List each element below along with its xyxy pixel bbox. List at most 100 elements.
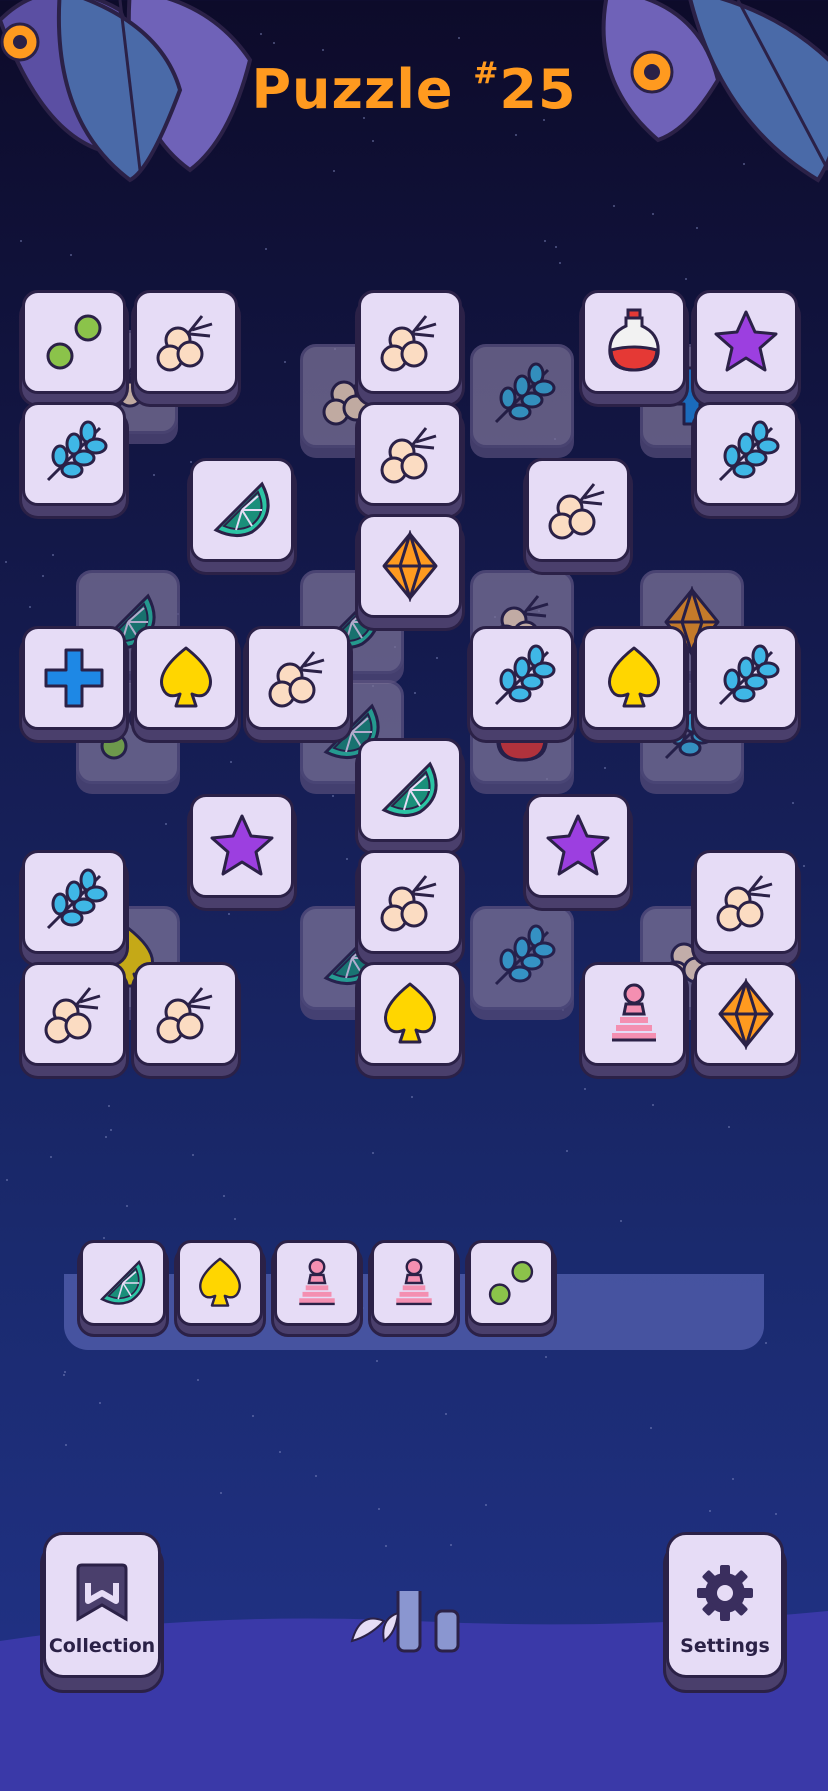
star-dot <box>685 278 687 280</box>
board-tile-berries[interactable] <box>134 962 238 1066</box>
star-dot <box>265 248 267 250</box>
board-tile-berries[interactable] <box>358 290 462 394</box>
board-tile-spade[interactable] <box>358 962 462 1066</box>
star-dot <box>220 1492 222 1494</box>
board-tile-lime[interactable] <box>358 738 462 842</box>
star-dot <box>333 170 335 172</box>
lime-slice-icon <box>94 1254 152 1312</box>
title-number: 25 <box>499 58 577 121</box>
board-tile-spade[interactable] <box>134 626 238 730</box>
board-tile-pawn[interactable] <box>582 962 686 1066</box>
pink-pawn-icon <box>385 1254 443 1312</box>
board-tile-star[interactable] <box>526 794 630 898</box>
star-dot <box>652 1104 654 1106</box>
orange-diamond-icon <box>374 530 446 602</box>
potion-bottle-icon <box>598 306 670 378</box>
pink-pawn-icon <box>598 978 670 1050</box>
board-tile-diamond[interactable] <box>694 962 798 1066</box>
star-dot <box>458 37 460 39</box>
board-tile-berries[interactable] <box>22 962 126 1066</box>
star-dot <box>20 240 22 242</box>
settings-label: Settings <box>680 1635 770 1657</box>
berries-icon <box>38 978 110 1050</box>
berries-icon <box>262 642 334 714</box>
yellow-spade-icon <box>191 1254 249 1312</box>
berries-icon <box>150 306 222 378</box>
two-green-dots-icon <box>38 306 110 378</box>
board-tile-berries[interactable] <box>358 850 462 954</box>
star-dot <box>566 1150 568 1152</box>
star-dot <box>765 1342 767 1344</box>
star-dot <box>70 254 72 256</box>
board-tile-star[interactable] <box>190 794 294 898</box>
star-dot <box>322 49 324 51</box>
board-tile-potion[interactable] <box>582 290 686 394</box>
star-dot <box>792 802 794 804</box>
star-dot <box>192 1154 194 1156</box>
tray-tile-pawn[interactable] <box>274 1240 360 1326</box>
berries-icon <box>710 866 782 938</box>
star-dot <box>279 1451 281 1453</box>
star-dot <box>99 1402 101 1404</box>
purple-star-icon <box>710 306 782 378</box>
board-tile-diamond[interactable] <box>358 514 462 618</box>
board-tile-leaves[interactable] <box>694 626 798 730</box>
collection-button[interactable]: Collection <box>43 1532 161 1678</box>
board-tile-spade[interactable] <box>582 626 686 730</box>
star-dot <box>385 1545 387 1547</box>
star-dot <box>794 950 796 952</box>
star-dot <box>252 1415 254 1417</box>
gear-icon <box>697 1565 753 1621</box>
star-dot <box>234 1218 236 1220</box>
leafy-branch-icon <box>486 360 558 432</box>
star-dot <box>732 1478 734 1480</box>
tray-tile-dots[interactable] <box>468 1240 554 1326</box>
board-tile-leaves[interactable] <box>22 850 126 954</box>
berries-icon <box>542 474 614 546</box>
star-dot <box>728 1126 730 1128</box>
board-tile-berries[interactable] <box>246 626 350 730</box>
star-dot <box>485 1504 487 1506</box>
star-dot <box>50 1156 52 1158</box>
board-tile-leaves[interactable] <box>22 402 126 506</box>
board-tile-lime[interactable] <box>190 458 294 562</box>
board-tile-cross[interactable] <box>22 626 126 730</box>
star-dot <box>604 767 606 769</box>
settings-button[interactable]: Settings <box>666 1532 784 1678</box>
board-tile-berries[interactable] <box>694 850 798 954</box>
lime-slice-icon <box>374 754 446 826</box>
board-tile-star[interactable] <box>694 290 798 394</box>
star-dot <box>223 1195 225 1197</box>
title-word: Puzzle <box>251 58 454 121</box>
lime-slice-icon <box>206 474 278 546</box>
star-dot <box>110 1129 112 1131</box>
star-dot <box>545 1356 547 1358</box>
star-dot <box>775 1513 777 1515</box>
tray-tile-spade[interactable] <box>177 1240 263 1326</box>
leafy-branch-icon <box>710 418 782 490</box>
yellow-spade-icon <box>150 642 222 714</box>
berries-icon <box>150 978 222 1050</box>
purple-star-icon <box>206 810 278 882</box>
star-dot <box>436 657 438 659</box>
board-tile-covered-leaves <box>470 344 574 448</box>
board-tile-leaves[interactable] <box>694 402 798 506</box>
board-tile-leaves[interactable] <box>470 626 574 730</box>
board-tile-dots[interactable] <box>22 290 126 394</box>
tray-tile-lime[interactable] <box>80 1240 166 1326</box>
tray-tile-pawn[interactable] <box>371 1240 457 1326</box>
board-tile-berries[interactable] <box>526 458 630 562</box>
star-dot <box>709 1510 711 1512</box>
star-dot <box>376 1360 378 1362</box>
star-dot <box>414 692 416 694</box>
star-dot <box>153 474 155 476</box>
star-dot <box>197 1379 199 1381</box>
star-dot <box>230 761 232 763</box>
board-tile-berries[interactable] <box>358 402 462 506</box>
leafy-branch-icon <box>38 418 110 490</box>
star-dot <box>462 760 464 762</box>
star-dot <box>346 858 348 860</box>
board-tile-berries[interactable] <box>134 290 238 394</box>
star-dot <box>515 134 517 136</box>
star-dot <box>29 606 31 608</box>
